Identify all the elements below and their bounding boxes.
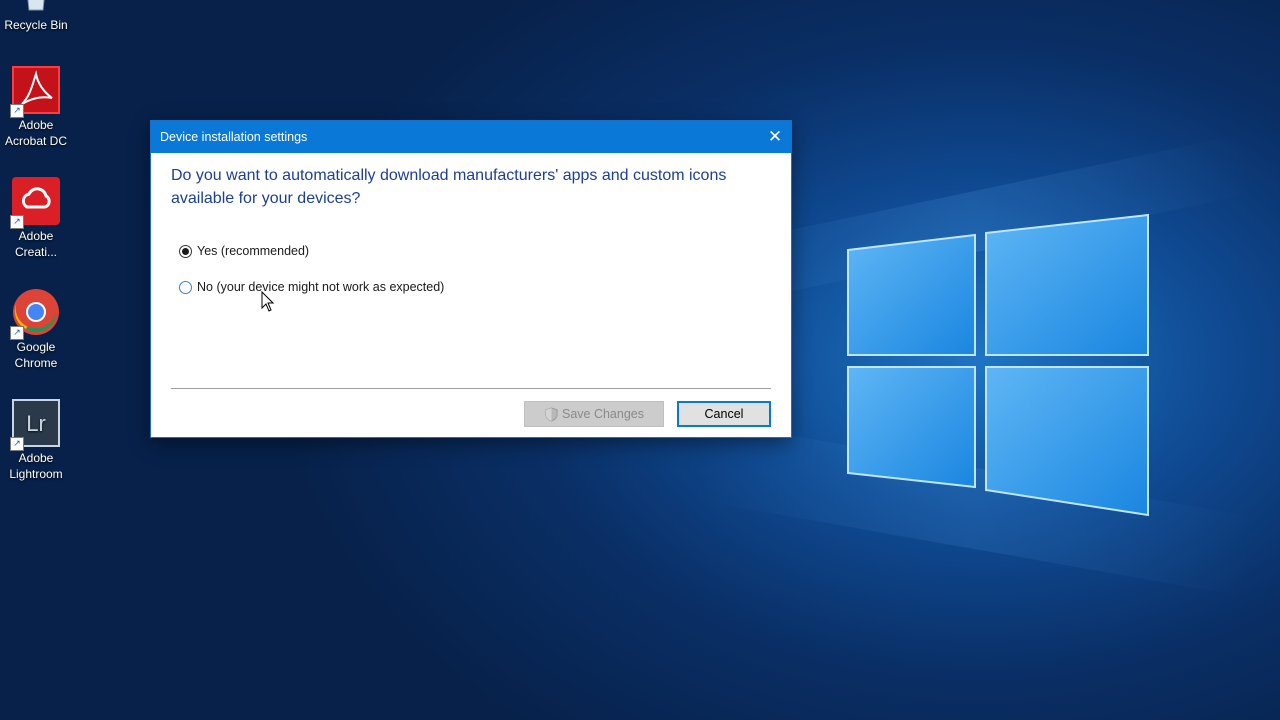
desktop-icon-label: Adobe: [18, 118, 54, 132]
uac-shield-icon: [545, 406, 558, 422]
desktop-icon-recycle-bin[interactable]: Recycle Bin: [0, 0, 72, 33]
desktop-icon-label: Chrome: [14, 356, 58, 370]
adobe-creative-cloud-icon: ↗: [10, 177, 60, 229]
dialog-titlebar[interactable]: Device installation settings ✕: [151, 121, 791, 153]
desktop-icon-label: Adobe: [18, 229, 54, 243]
desktop-icon-label: Creati...: [14, 245, 57, 259]
dialog-title: Device installation settings: [160, 130, 308, 144]
desktop-icon-label: Acrobat DC: [4, 134, 68, 148]
desktop-icon-label: Adobe: [18, 451, 54, 465]
option-no-label[interactable]: No (your device might not work as expect…: [197, 280, 444, 294]
desktop-icon-adobe-acrobat[interactable]: ↗ Adobe Acrobat DC: [0, 66, 72, 149]
desktop-icon-google-chrome[interactable]: ↗ Google Chrome: [0, 288, 72, 371]
dialog-question: Do you want to automatically download ma…: [171, 167, 727, 207]
radio-yes-selected[interactable]: [179, 244, 192, 258]
desktop-icon-label: Lightroom: [9, 467, 63, 481]
option-yes[interactable]: Yes (recommended): [179, 244, 309, 258]
radio-no[interactable]: [179, 280, 192, 294]
desktop-icon-label: Recycle Bin: [4, 18, 68, 32]
option-no[interactable]: No (your device might not work as expect…: [179, 280, 444, 294]
mouse-cursor-icon: [261, 291, 275, 312]
shortcut-arrow-icon: ↗: [10, 215, 24, 229]
desktop-icon-label: Google: [16, 340, 56, 354]
windows-logo-wallpaper: [847, 213, 1149, 517]
cancel-label: Cancel: [704, 407, 744, 421]
save-changes-button[interactable]: Save Changes: [524, 401, 664, 427]
shortcut-arrow-icon: ↗: [10, 437, 24, 451]
lightroom-tile-text: Lr: [26, 411, 46, 436]
adobe-lightroom-icon: Lr ↗: [10, 399, 60, 451]
desktop-icon-adobe-lightroom[interactable]: Lr ↗ Adobe Lightroom: [0, 399, 72, 482]
close-button[interactable]: ✕: [759, 121, 791, 153]
dialog-separator: [171, 388, 771, 389]
save-changes-label: Save Changes: [561, 407, 644, 421]
recycle-bin-icon: [12, 0, 60, 14]
close-icon: ✕: [767, 127, 783, 146]
desktop-icon-adobe-creative-cloud[interactable]: ↗ Adobe Creati...: [0, 177, 72, 260]
desktop: Recycle Bin ↗ Adobe Acrobat DC ↗ Adobe C…: [0, 0, 1280, 720]
adobe-acrobat-icon: ↗: [10, 66, 60, 118]
shortcut-arrow-icon: ↗: [10, 104, 24, 118]
device-installation-settings-dialog: Device installation settings ✕ Do you wa…: [151, 121, 791, 437]
option-yes-label[interactable]: Yes (recommended): [197, 244, 309, 258]
shortcut-arrow-icon: ↗: [10, 326, 24, 340]
google-chrome-icon: ↗: [10, 288, 60, 340]
cancel-button[interactable]: Cancel: [677, 401, 771, 427]
